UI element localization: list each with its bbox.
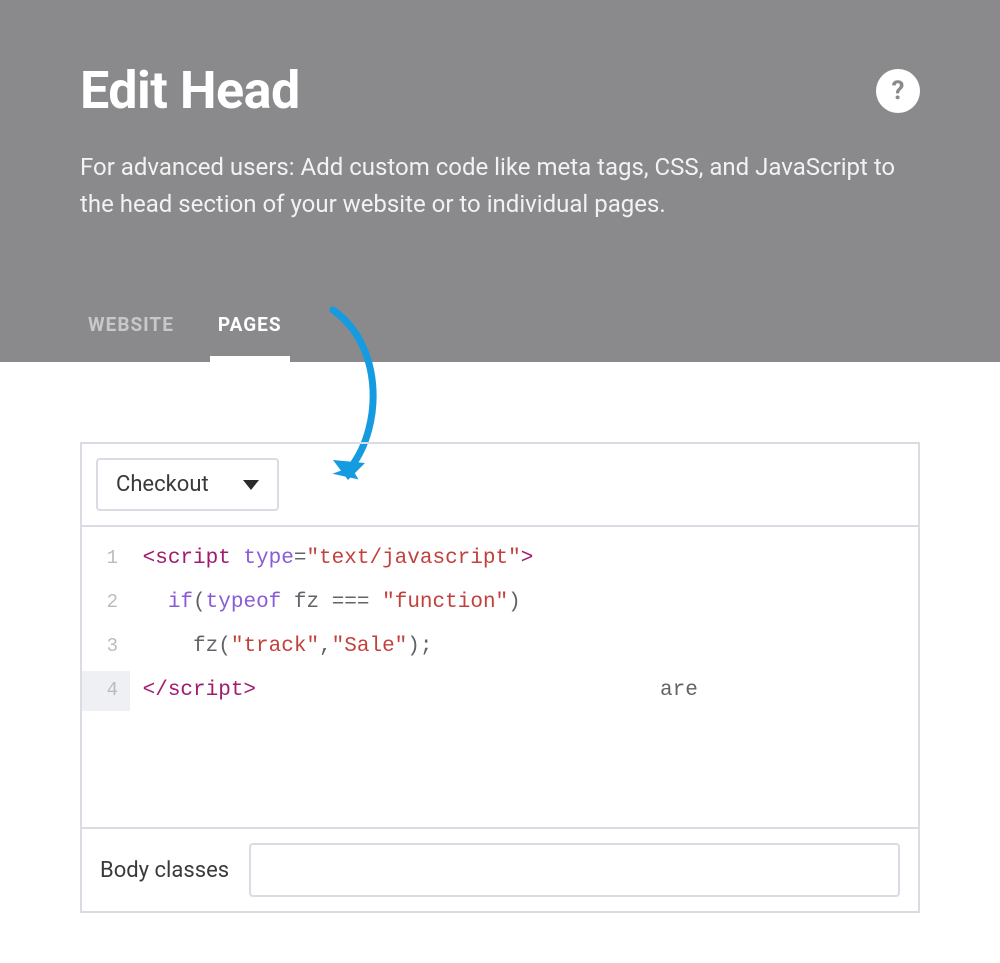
content: Checkout 1 <script type="text/javascript… <box>0 362 1000 953</box>
line-number: 4 <box>82 671 130 711</box>
tab-website[interactable]: WEBSITE <box>80 295 182 362</box>
body-classes-label: Body classes <box>100 858 229 883</box>
help-icon: ? <box>892 76 905 106</box>
page-title: Edit Head <box>80 60 300 121</box>
editor-panel: Checkout 1 <script type="text/javascript… <box>80 442 920 913</box>
code-text: <script type="text/javascript"> <box>130 537 533 581</box>
header: Edit Head ? For advanced users: Add cust… <box>0 0 1000 362</box>
line-number: 3 <box>82 627 130 667</box>
page-select-dropdown[interactable]: Checkout <box>96 458 279 511</box>
line-number: 2 <box>82 583 130 623</box>
code-line: 4 </script> are <box>82 669 918 713</box>
page-select-row: Checkout <box>82 444 918 527</box>
page-subtitle: For advanced users: Add custom code like… <box>80 149 920 223</box>
code-text: if(typeof fz === "function") <box>130 581 521 625</box>
code-line: 2 if(typeof fz === "function") <box>82 581 918 625</box>
code-text: </script> <box>130 669 256 713</box>
code-editor[interactable]: 1 <script type="text/javascript"> 2 if(t… <box>82 527 918 827</box>
help-button[interactable]: ? <box>876 69 920 113</box>
page-select-value: Checkout <box>116 472 209 497</box>
chevron-down-icon <box>243 480 259 490</box>
title-row: Edit Head ? <box>80 60 920 121</box>
code-text: fz("track","Sale"); <box>130 625 433 669</box>
body-classes-input[interactable] <box>249 843 900 897</box>
tab-pages[interactable]: PAGES <box>210 295 290 362</box>
code-line: 3 fz("track","Sale"); <box>82 625 918 669</box>
stray-text: are <box>660 669 698 713</box>
tabs: WEBSITE PAGES <box>80 295 290 362</box>
line-number: 1 <box>82 539 130 579</box>
code-line: 1 <script type="text/javascript"> <box>82 537 918 581</box>
body-classes-row: Body classes <box>82 827 918 911</box>
